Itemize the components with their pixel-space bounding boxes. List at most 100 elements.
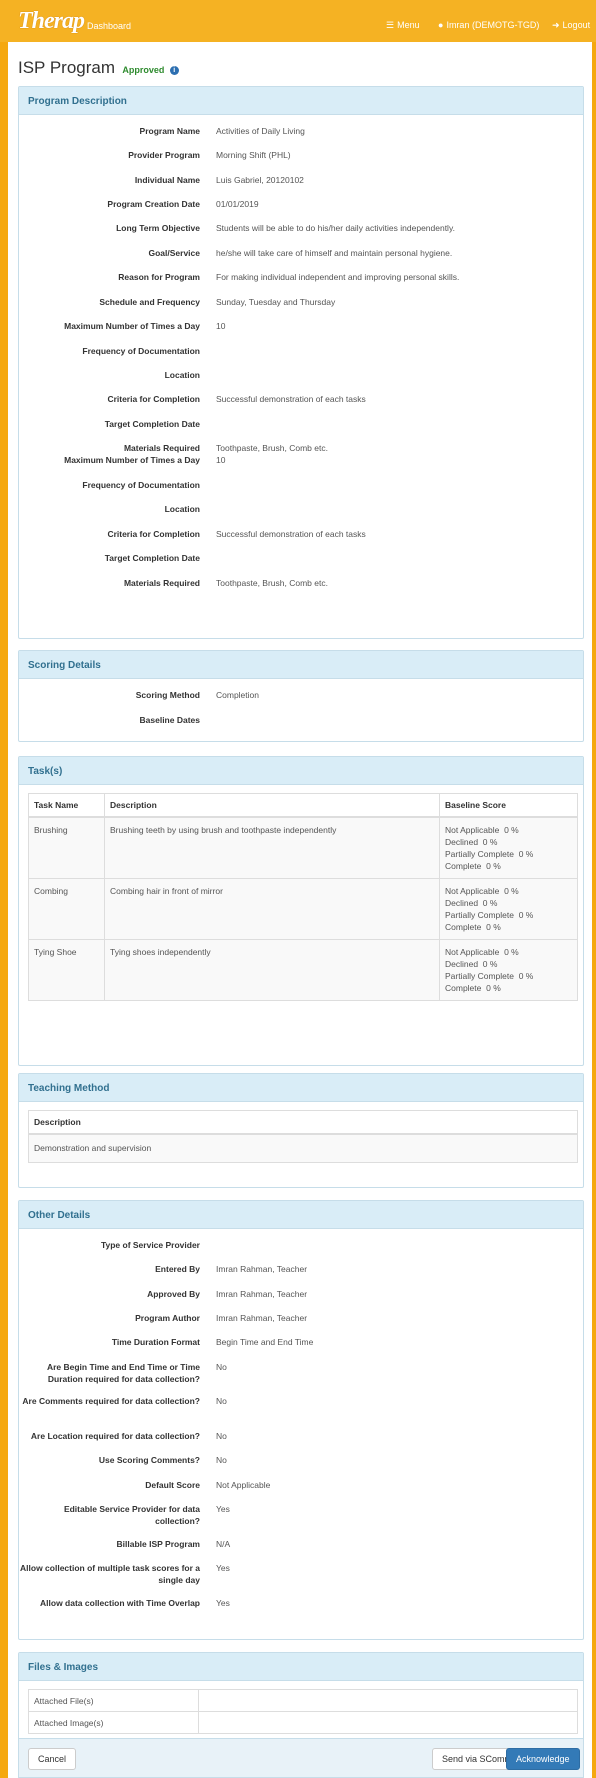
column-header: Task Name bbox=[28, 793, 105, 818]
table-row: Tying Shoe Tying shoes independently Not A… bbox=[28, 939, 578, 1001]
field-value: Students will be able to do his/her dail… bbox=[216, 223, 455, 233]
menu-button[interactable]: ☰ Menu bbox=[386, 20, 420, 31]
field-label: Individual Name bbox=[134, 175, 200, 185]
baseline-score-line: Declined 0 % bbox=[445, 898, 498, 908]
attached-images-label: Attached Image(s) bbox=[28, 1711, 199, 1734]
baseline-score-cell: Not Applicable 0 % Declined 0 % Partially … bbox=[439, 816, 578, 879]
dashboard-link[interactable]: Dashboard bbox=[87, 21, 131, 31]
field-value: No bbox=[216, 1431, 227, 1441]
field-label: Are Location required for data collectio… bbox=[30, 1431, 200, 1441]
field-value: Toothpaste, Brush, Comb etc. bbox=[216, 443, 328, 453]
panel-heading: Other Details bbox=[19, 1201, 583, 1229]
table-row: Brushing Brushing teeth by using brush an… bbox=[28, 816, 578, 879]
panel-heading: Scoring Details bbox=[19, 651, 583, 679]
user-icon: ● bbox=[438, 20, 444, 30]
field-value: Activities of Daily Living bbox=[216, 126, 305, 136]
top-navbar: Therap Dashboard ☰ Menu ● Imran (DEMOTG-TG… bbox=[0, 0, 596, 42]
field-label: Billable ISP Program bbox=[116, 1539, 200, 1549]
field-label: Materials Required bbox=[123, 443, 200, 453]
field-label: Approved By bbox=[147, 1289, 200, 1299]
field-value: Yes bbox=[216, 1504, 230, 1514]
column-header: Description bbox=[28, 1110, 578, 1135]
field-value: Yes bbox=[216, 1563, 230, 1573]
field-label: Default Score bbox=[145, 1480, 200, 1490]
field-value: Yes bbox=[216, 1598, 230, 1608]
attached-images-value bbox=[198, 1711, 578, 1734]
field-value: No bbox=[216, 1455, 227, 1465]
field-value: Begin Time and End Time bbox=[216, 1337, 314, 1347]
field-value: Luis Gabriel, 20120102 bbox=[216, 175, 304, 185]
field-value: 01/01/2019 bbox=[216, 199, 259, 209]
baseline-score-cell: Not Applicable 0 % Declined 0 % Partially … bbox=[439, 878, 578, 940]
baseline-score-cell: Not Applicable 0 % Declined 0 % Partially … bbox=[439, 939, 578, 1001]
hamburger-icon: ☰ bbox=[386, 20, 395, 30]
field-label: Time Duration Format bbox=[111, 1337, 200, 1347]
field-value: 10 bbox=[216, 455, 226, 465]
field-label: Program Author bbox=[135, 1313, 200, 1323]
page-title: ISP Program bbox=[18, 58, 116, 77]
task-description: Brushing teeth by using brush and toothp… bbox=[104, 816, 440, 879]
tasks-table: Task Name Description Baseline Score Bru… bbox=[28, 793, 578, 1001]
acknowledge-button[interactable]: Acknowledge bbox=[506, 1748, 580, 1770]
field-label: Reason for Program bbox=[118, 272, 200, 282]
field-label: Use Scoring Comments? bbox=[98, 1455, 200, 1465]
other-details-panel: Other Details Type of Service Provider En… bbox=[18, 1200, 584, 1640]
field-value: No bbox=[216, 1362, 227, 1372]
user-label: Imran (DEMOTG-TGD) bbox=[446, 20, 540, 30]
field-label: Allow collection of multiple task scores… bbox=[20, 1563, 200, 1585]
program-description-panel: Program Description Program Name Activiti… bbox=[18, 86, 584, 639]
field-label: Goal/Service bbox=[148, 248, 200, 258]
field-value: No bbox=[216, 1396, 227, 1406]
field-label: Location bbox=[164, 504, 200, 514]
field-value: Toothpaste, Brush, Comb etc. bbox=[216, 578, 328, 588]
task-description: Tying shoes independently bbox=[104, 939, 440, 1001]
teaching-method-table: Description Demonstration and supervisio… bbox=[28, 1110, 578, 1163]
panel-heading: Program Description bbox=[19, 87, 583, 115]
field-label: Provider Program bbox=[128, 150, 200, 160]
page-header: ISP Program Approved i bbox=[18, 58, 179, 78]
files-table: Attached File(s) Attached Image(s) bbox=[28, 1689, 578, 1734]
field-label: Frequency of Documentation bbox=[82, 346, 200, 356]
field-label: Maximum Number of Times a Day bbox=[64, 321, 200, 331]
baseline-score-line: Declined 0 % bbox=[445, 959, 498, 969]
user-menu[interactable]: ● Imran (DEMOTG-TGD) bbox=[438, 20, 539, 30]
field-value: Morning Shift (PHL) bbox=[216, 150, 291, 160]
baseline-score-line: Not Applicable 0 % bbox=[445, 886, 519, 896]
info-icon[interactable]: i bbox=[169, 66, 179, 75]
status-badge: Approved bbox=[122, 65, 165, 75]
action-bar: Cancel Send via SComm Acknowledge bbox=[18, 1738, 584, 1778]
field-value: Imran Rahman, Teacher bbox=[216, 1264, 308, 1274]
field-label: Schedule and Frequency bbox=[99, 297, 200, 307]
teaching-method-panel: Teaching Method Description Demonstratio… bbox=[18, 1073, 584, 1188]
baseline-score-line: Declined 0 % bbox=[445, 837, 498, 847]
field-value: Completion bbox=[216, 690, 259, 700]
field-value: Successful demonstration of each tasks bbox=[216, 394, 366, 404]
panel-heading: Teaching Method bbox=[19, 1074, 583, 1102]
column-header: Baseline Score bbox=[439, 793, 578, 818]
field-label: Baseline Dates bbox=[139, 715, 200, 725]
cancel-button[interactable]: Cancel bbox=[28, 1748, 77, 1770]
field-label: Criteria for Completion bbox=[107, 394, 200, 404]
logout-icon: ➜ bbox=[552, 20, 560, 30]
field-value: Successful demonstration of each tasks bbox=[216, 529, 366, 539]
therap-logo[interactable]: Therap bbox=[18, 9, 85, 33]
baseline-score-line: Partially Complete 0 % bbox=[445, 910, 534, 920]
logout-button[interactable]: ➜ Logout bbox=[552, 20, 590, 31]
field-label: Type of Service Provider bbox=[100, 1240, 200, 1250]
field-label: Entered By bbox=[155, 1264, 200, 1274]
task-name: Tying Shoe bbox=[28, 939, 105, 1001]
field-label: Target Completion Date bbox=[104, 419, 200, 429]
field-label: Program Creation Date bbox=[107, 199, 200, 209]
column-header: Description bbox=[104, 793, 440, 818]
logout-label: Logout bbox=[562, 20, 591, 30]
baseline-score-line: Complete 0 % bbox=[445, 983, 501, 993]
scoring-details-panel: Scoring Details Scoring Method Completion… bbox=[18, 650, 584, 742]
field-value: For making individual independent and im… bbox=[216, 272, 460, 282]
field-label: Frequency of Documentation bbox=[82, 480, 200, 490]
field-value: N/A bbox=[216, 1539, 231, 1549]
baseline-score-line: Partially Complete 0 % bbox=[445, 971, 534, 981]
field-label: Location bbox=[164, 370, 200, 380]
field-value: 10 bbox=[216, 321, 226, 331]
field-value: Sunday, Tuesday and Thursday bbox=[216, 297, 336, 307]
teaching-method-value: Demonstration and supervision bbox=[28, 1134, 578, 1162]
